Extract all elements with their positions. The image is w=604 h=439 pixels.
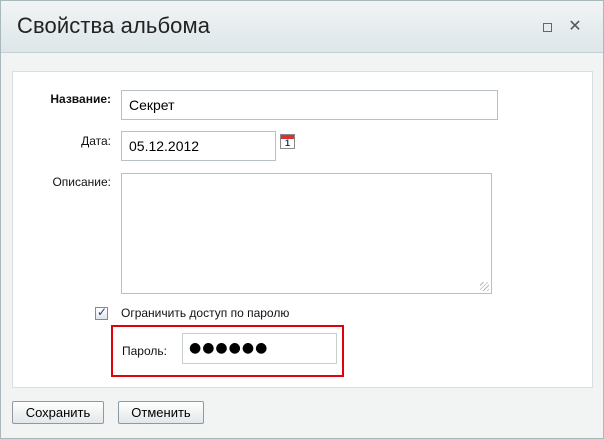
password-field[interactable]: ●●●●●●: [182, 333, 337, 364]
description-textarea[interactable]: [121, 173, 492, 294]
restrict-access-checkbox[interactable]: ✓: [95, 305, 108, 320]
resize-grip-icon[interactable]: [480, 282, 489, 291]
dialog-title: Свойства альбома: [17, 13, 211, 38]
restrict-access-label[interactable]: Ограничить доступ по паролю: [121, 306, 289, 320]
album-properties-dialog: Свойства альбома ✕ Название: Секрет Дата…: [0, 0, 604, 439]
cancel-button[interactable]: Отменить: [118, 401, 204, 424]
form-panel: Название: Секрет Дата: 05.12.2012 1 Опис…: [12, 71, 593, 388]
save-button[interactable]: Сохранить: [12, 401, 104, 424]
date-label: Дата:: [81, 134, 111, 148]
name-field[interactable]: Секрет: [121, 90, 498, 120]
password-label: Пароль:: [122, 344, 167, 358]
close-icon[interactable]: ✕: [567, 19, 583, 35]
calendar-day: 1: [284, 138, 290, 148]
name-label: Название:: [50, 92, 111, 106]
description-label: Описание:: [52, 175, 111, 189]
calendar-icon[interactable]: 1: [280, 134, 295, 149]
date-field[interactable]: 05.12.2012: [121, 131, 276, 161]
checkmark-icon: ✓: [97, 305, 108, 319]
maximize-icon[interactable]: [539, 19, 555, 35]
dialog-titlebar[interactable]: Свойства альбома ✕: [1, 1, 603, 53]
password-highlight-frame: Пароль: ●●●●●●: [111, 325, 344, 377]
